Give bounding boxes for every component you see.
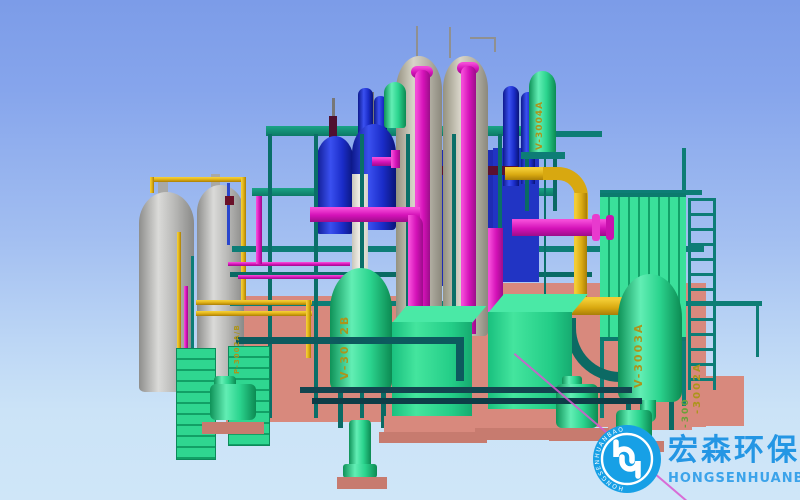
pump-pedestal xyxy=(202,422,264,434)
vessel-v3002b-label: V-3002B xyxy=(338,288,351,380)
pipe-segment xyxy=(300,387,632,393)
pipe-segment xyxy=(391,150,400,168)
vent-stick xyxy=(416,26,418,58)
shelf xyxy=(521,152,565,159)
pipe-segment xyxy=(184,286,188,356)
vessel-v3004a-label: V-3004A xyxy=(535,78,545,150)
support-leg xyxy=(338,388,343,428)
pipe-segment xyxy=(191,256,194,358)
pipe-flange xyxy=(592,214,600,241)
pipe-segment xyxy=(306,300,311,358)
box-tank-1-step xyxy=(379,432,487,443)
pump-left xyxy=(210,384,256,420)
pipe-segment xyxy=(228,262,350,266)
tag-3002a-label: -3002A xyxy=(692,318,703,414)
logo-icon: HONGSENHUANBAO xyxy=(592,424,662,494)
pipe-segment xyxy=(256,196,262,264)
tag-pump-label: P-3002A/B xyxy=(233,310,241,374)
logo-english-name: HONGSENHUANBAO xyxy=(668,472,800,485)
vessel-v3003a xyxy=(618,274,682,402)
pipe-segment xyxy=(241,177,246,302)
pipe-segment xyxy=(505,167,547,180)
pipe-segment xyxy=(177,232,181,364)
vessel-v3003a-label: V-3003A xyxy=(632,296,645,388)
magenta-main-pipe xyxy=(310,207,420,222)
vent-stick xyxy=(332,98,335,118)
pipe-segment xyxy=(150,177,154,193)
plant-3d-render: V-3004A V-3002B xyxy=(0,0,800,500)
pipe-segment xyxy=(150,177,245,182)
vent-stick xyxy=(470,37,496,39)
logo-chinese-name: 宏森环保 xyxy=(668,436,800,466)
valve xyxy=(225,196,234,205)
pump-pedestal xyxy=(337,477,387,489)
box-tank-1-top xyxy=(392,306,486,323)
pipe-segment xyxy=(236,337,464,344)
pipe-segment xyxy=(196,311,312,316)
pipe-segment xyxy=(312,398,642,404)
frame-post xyxy=(756,301,759,357)
pipe-segment xyxy=(574,193,587,301)
tag-300-label: -300 xyxy=(681,380,691,428)
pipe-segment xyxy=(196,300,312,305)
pipe-flange xyxy=(606,215,614,240)
pump-base xyxy=(343,464,377,478)
pipe-segment xyxy=(238,275,350,279)
green-vessel-top xyxy=(384,82,406,128)
pipe-segment xyxy=(456,337,464,381)
pipe-segment xyxy=(227,183,230,245)
vent-stick xyxy=(494,37,496,52)
support-leg xyxy=(669,398,674,430)
vent-stick xyxy=(449,27,451,58)
box-tank-2-top xyxy=(488,294,588,313)
